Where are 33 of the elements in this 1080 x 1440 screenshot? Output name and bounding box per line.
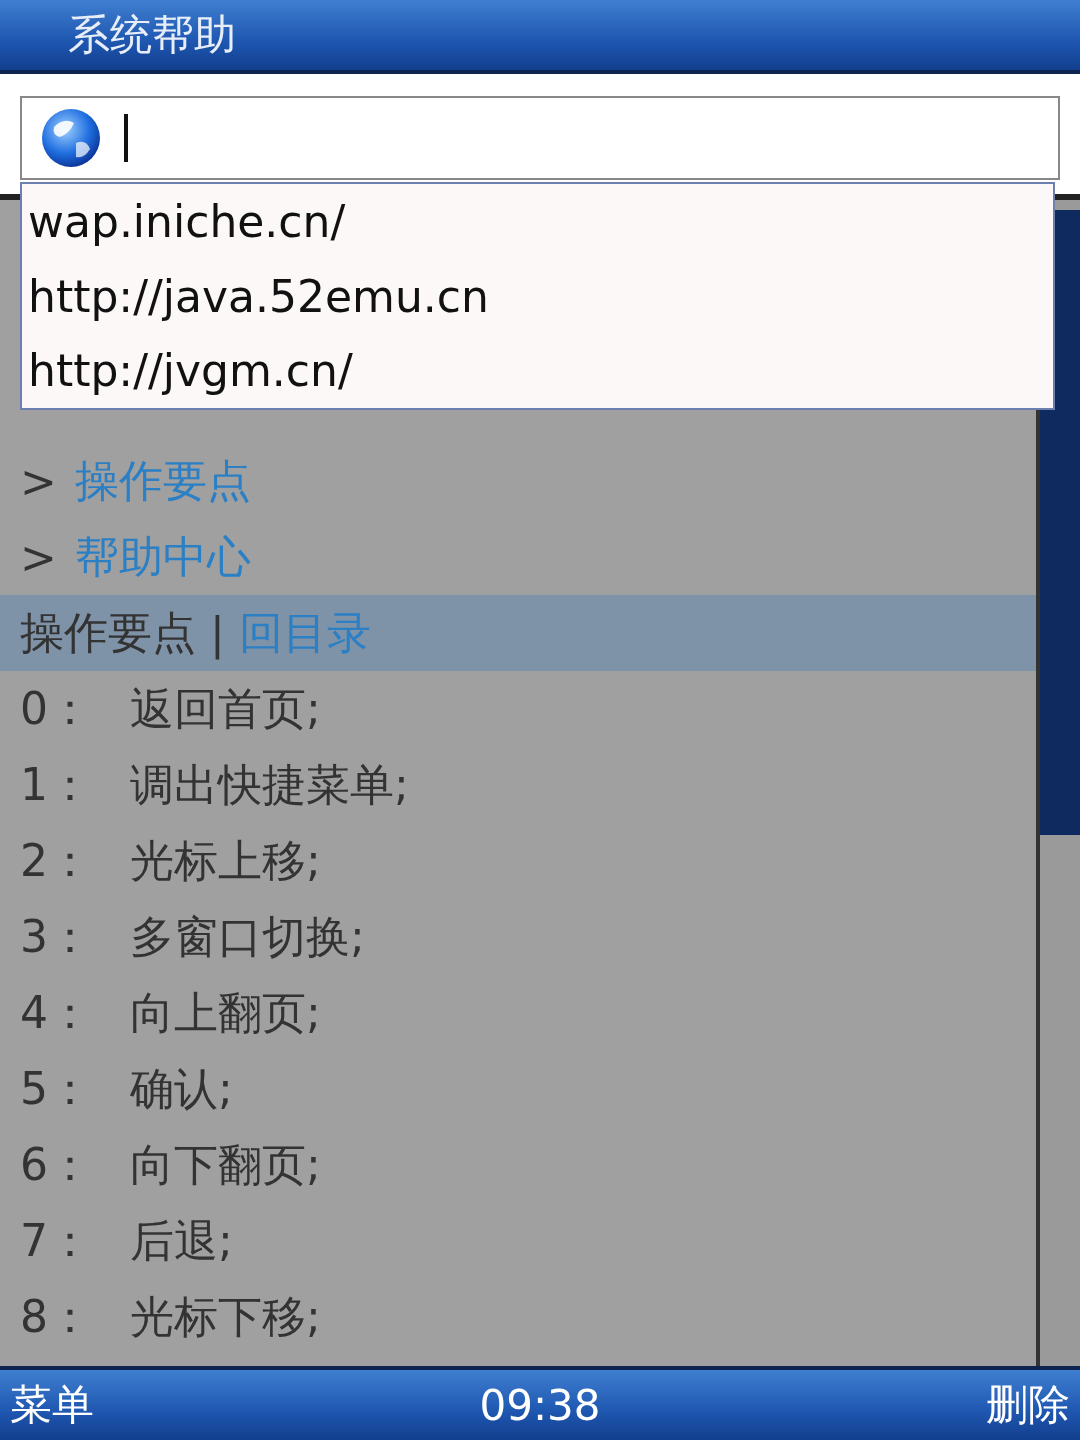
shortcut-action: 调出快捷菜单;: [130, 757, 409, 812]
shortcut-key: 7：: [20, 1211, 112, 1271]
delete-softkey[interactable]: 删除: [986, 1377, 1070, 1433]
suggestion-item[interactable]: http://jvgm.cn/: [22, 333, 1053, 408]
section-title: 操作要点: [20, 605, 196, 660]
shortcut-action: 向下翻页;: [130, 1137, 321, 1192]
separator: |: [210, 607, 225, 659]
globe-icon: [40, 107, 102, 169]
arrow-marker: >: [20, 455, 57, 507]
shortcut-action: 确认;: [130, 1061, 233, 1116]
shortcut-key: 6：: [20, 1135, 112, 1195]
shortcut-action: 返回首页;: [130, 681, 321, 736]
shortcut-key: 8：: [20, 1287, 112, 1347]
shortcut-action: 向上翻页;: [130, 985, 321, 1040]
suggestion-item[interactable]: wap.iniche.cn/: [22, 184, 1053, 259]
shortcut-key: 3：: [20, 907, 112, 967]
shortcut-key: 1：: [20, 755, 112, 815]
shortcut-action: 光标下移;: [130, 1289, 321, 1344]
clock: 09:38: [479, 1380, 601, 1430]
shortcut-key: 2：: [20, 831, 112, 891]
shortcut-action: 后退;: [130, 1213, 233, 1268]
shortcut-action: 多窗口切换;: [130, 909, 365, 964]
shortcut-key: 0：: [20, 679, 112, 739]
window-title: 系统帮助: [68, 9, 236, 61]
shortcut-key: 5：: [20, 1059, 112, 1119]
address-field[interactable]: [20, 96, 1060, 180]
arrow-marker: >: [20, 531, 57, 583]
suggestion-item[interactable]: http://java.52emu.cn: [22, 258, 1053, 334]
text-cursor: [124, 114, 128, 162]
menu-softkey[interactable]: 菜单: [10, 1377, 94, 1433]
scrollbar[interactable]: [1036, 200, 1080, 1366]
shortcut-action: 光标上移;: [130, 833, 321, 888]
shortcut-key: 4：: [20, 983, 112, 1043]
